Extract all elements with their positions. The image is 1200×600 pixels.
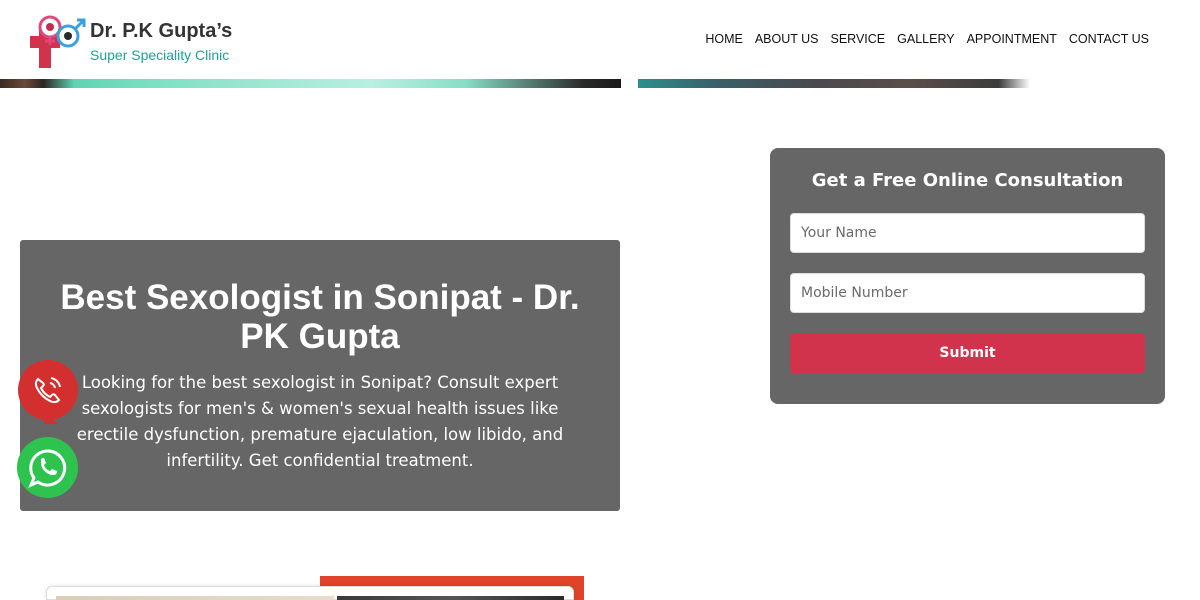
bottom-image-left bbox=[56, 596, 334, 600]
name-input[interactable] bbox=[790, 213, 1145, 253]
mobile-input[interactable] bbox=[790, 273, 1145, 313]
clinic-logo[interactable]: Dr. P.K Gupta’s Super Speciality Clinic bbox=[30, 12, 240, 70]
nav-service[interactable]: SERVICE bbox=[824, 31, 891, 47]
form-title: Get a Free Online Consultation bbox=[811, 170, 1124, 191]
phone-call-icon bbox=[34, 377, 61, 404]
nav-appointment[interactable]: APPOINTMENT bbox=[961, 31, 1063, 47]
logo-title: Dr. P.K Gupta’s bbox=[90, 20, 233, 42]
hero-image-right bbox=[638, 79, 1030, 88]
logo-subtitle: Super Speciality Clinic bbox=[90, 47, 230, 63]
hero-image-left bbox=[0, 79, 621, 88]
call-button[interactable] bbox=[18, 360, 78, 420]
main-nav: HOME ABOUT US SERVICE GALLERY APPOINTMEN… bbox=[699, 31, 1155, 47]
whatsapp-button[interactable] bbox=[17, 437, 78, 498]
nav-home[interactable]: HOME bbox=[699, 31, 749, 47]
nav-gallery[interactable]: GALLERY bbox=[891, 31, 960, 47]
clinic-logo-icon bbox=[30, 15, 86, 68]
banner-title: Best Sexologist in Sonipat - Dr. PK Gupt… bbox=[60, 278, 580, 356]
submit-button[interactable]: Submit bbox=[790, 333, 1145, 373]
consultation-form: Get a Free Online Consultation Submit bbox=[770, 148, 1165, 404]
banner-card: Best Sexologist in Sonipat - Dr. PK Gupt… bbox=[20, 240, 620, 511]
nav-contact-us[interactable]: CONTACT US bbox=[1063, 31, 1155, 47]
banner-description: Looking for the best sexologist in Sonip… bbox=[76, 373, 564, 470]
site-header: Dr. P.K Gupta’s Super Speciality Clinic … bbox=[0, 0, 1200, 79]
whatsapp-icon bbox=[27, 448, 66, 488]
hero-image-strip bbox=[0, 79, 1200, 88]
nav-about-us[interactable]: ABOUT US bbox=[749, 31, 825, 47]
bottom-image-right bbox=[337, 596, 564, 600]
